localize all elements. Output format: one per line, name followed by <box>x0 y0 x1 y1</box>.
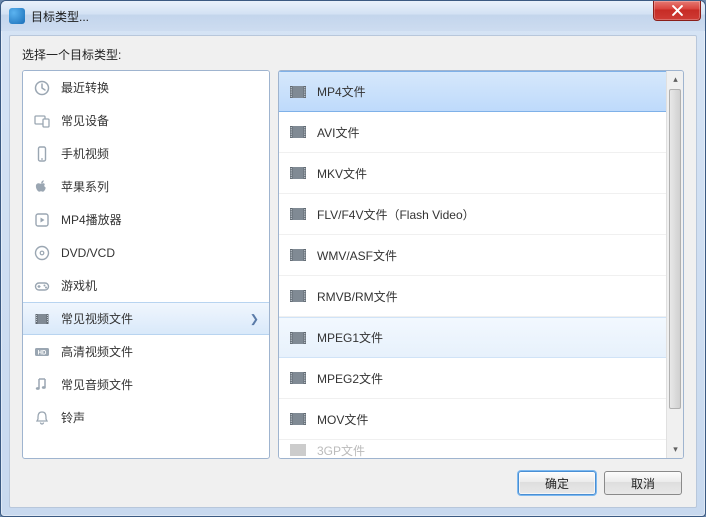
category-label: 常见视频文件 <box>61 310 133 327</box>
category-list[interactable]: 最近转换 常见设备 手机视频 苹果系列 MP4播放器 DVD/VCD 游戏机 常… <box>22 70 270 459</box>
film-icon <box>289 164 307 182</box>
film-icon <box>289 83 307 101</box>
window-title: 目标类型... <box>31 8 89 25</box>
titlebar[interactable]: 目标类型... <box>1 1 705 31</box>
film-icon <box>289 246 307 264</box>
film-icon <box>289 410 307 428</box>
close-icon <box>672 5 683 16</box>
category-label: 常见音频文件 <box>61 376 133 393</box>
format-item[interactable]: MKV文件 <box>279 153 683 194</box>
film-icon <box>289 441 307 459</box>
cancel-button[interactable]: 取消 <box>604 471 682 495</box>
scrollbar[interactable]: ▴ ▾ <box>666 71 683 458</box>
category-label: 手机视频 <box>61 145 109 162</box>
format-item[interactable]: MP4文件 <box>279 71 683 112</box>
category-item[interactable]: 苹果系列 <box>23 170 269 203</box>
category-label: 苹果系列 <box>61 178 109 195</box>
film-icon <box>289 205 307 223</box>
category-label: DVD/VCD <box>61 246 115 260</box>
category-item[interactable]: 常见视频文件 ❯ <box>23 302 269 335</box>
category-item[interactable]: 常见音频文件 <box>23 368 269 401</box>
category-label: 最近转换 <box>61 79 109 96</box>
category-label: 游戏机 <box>61 277 97 294</box>
format-label: WMV/ASF文件 <box>317 247 397 264</box>
format-item[interactable]: RMVB/RM文件 <box>279 276 683 317</box>
phone-icon <box>33 145 51 163</box>
category-label: 铃声 <box>61 409 85 426</box>
format-label: FLV/F4V文件（Flash Video） <box>317 206 475 223</box>
format-label: MPEG2文件 <box>317 370 383 387</box>
format-item[interactable]: MPEG1文件 <box>279 317 683 358</box>
instruction-label: 选择一个目标类型: <box>10 36 696 69</box>
category-item[interactable]: 铃声 <box>23 401 269 434</box>
category-item[interactable]: HD 高清视频文件 <box>23 335 269 368</box>
category-item[interactable]: DVD/VCD <box>23 236 269 269</box>
player-icon <box>33 211 51 229</box>
category-item[interactable]: 手机视频 <box>23 137 269 170</box>
category-item[interactable]: 常见设备 <box>23 104 269 137</box>
ok-button[interactable]: 确定 <box>518 471 596 495</box>
dialog-content: 选择一个目标类型: 最近转换 常见设备 手机视频 苹果系列 MP4播放器 DVD… <box>9 35 697 508</box>
close-button[interactable] <box>653 1 701 21</box>
format-item[interactable]: 3GP文件 <box>279 440 683 459</box>
category-label: 常见设备 <box>61 112 109 129</box>
format-item[interactable]: MOV文件 <box>279 399 683 440</box>
audio-icon <box>33 376 51 394</box>
category-label: MP4播放器 <box>61 211 122 228</box>
disc-icon <box>33 244 51 262</box>
app-icon <box>9 8 25 24</box>
scroll-up-arrow[interactable]: ▴ <box>667 71 684 88</box>
button-row: 确定 取消 <box>518 471 682 495</box>
format-label: AVI文件 <box>317 124 359 141</box>
gamepad-icon <box>33 277 51 295</box>
format-list[interactable]: MP4文件 AVI文件 MKV文件 FLV/F4V文件（Flash Video）… <box>278 70 684 459</box>
film-icon <box>289 329 307 347</box>
format-item[interactable]: FLV/F4V文件（Flash Video） <box>279 194 683 235</box>
format-label: 3GP文件 <box>317 442 365 459</box>
film-icon <box>289 369 307 387</box>
apple-icon <box>33 178 51 196</box>
category-item[interactable]: 游戏机 <box>23 269 269 302</box>
format-label: MOV文件 <box>317 411 368 428</box>
film-icon <box>289 123 307 141</box>
scroll-down-arrow[interactable]: ▾ <box>667 441 684 458</box>
clock-icon <box>33 79 51 97</box>
category-label: 高清视频文件 <box>61 343 133 360</box>
hd-icon: HD <box>33 343 51 361</box>
video-file-icon <box>33 310 51 328</box>
film-icon <box>289 287 307 305</box>
format-item[interactable]: WMV/ASF文件 <box>279 235 683 276</box>
panes: 最近转换 常见设备 手机视频 苹果系列 MP4播放器 DVD/VCD 游戏机 常… <box>22 70 684 459</box>
format-item[interactable]: MPEG2文件 <box>279 358 683 399</box>
svg-text:HD: HD <box>38 350 47 356</box>
format-label: RMVB/RM文件 <box>317 288 398 305</box>
devices-icon <box>33 112 51 130</box>
format-label: MPEG1文件 <box>317 329 383 346</box>
format-item[interactable]: AVI文件 <box>279 112 683 153</box>
chevron-right-icon: ❯ <box>250 312 259 325</box>
category-item[interactable]: 最近转换 <box>23 71 269 104</box>
category-item[interactable]: MP4播放器 <box>23 203 269 236</box>
format-label: MKV文件 <box>317 165 367 182</box>
dialog-window: 目标类型... 选择一个目标类型: 最近转换 常见设备 手机视频 苹果系列 MP… <box>0 0 706 517</box>
bell-icon <box>33 409 51 427</box>
scroll-thumb[interactable] <box>669 89 681 409</box>
format-label: MP4文件 <box>317 83 366 100</box>
